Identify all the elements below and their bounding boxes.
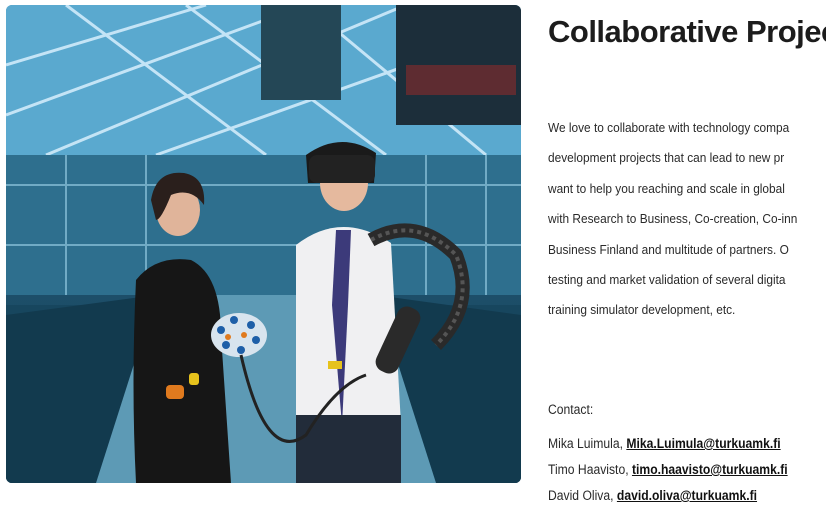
paragraph-line: with Research to Business, Co-creation, … bbox=[548, 211, 798, 227]
paragraph-line: testing and market validation of several… bbox=[548, 272, 786, 288]
content-panel: Collaborative Projects We love to collab… bbox=[548, 0, 826, 530]
paragraph-line: development projects that can lead to ne… bbox=[548, 150, 785, 166]
contact-list: Mika Luimula, Mika.Luimula@turkuamk.fi T… bbox=[548, 431, 814, 509]
contact-name: Mika Luimula, bbox=[548, 436, 623, 451]
paragraph-line: training simulator development, etc. bbox=[548, 302, 736, 318]
paragraph-line: want to help you reaching and scale in g… bbox=[548, 180, 785, 196]
hero-photo bbox=[6, 5, 521, 483]
paragraph-line: Business Finland and multitude of partne… bbox=[548, 241, 789, 257]
contact-row: David Oliva, david.oliva@turkuamk.fi bbox=[548, 483, 788, 509]
page-title: Collaborative Projects bbox=[548, 14, 826, 49]
contact-row: Timo Haavisto, timo.haavisto@turkuamk.fi bbox=[548, 457, 788, 483]
description-paragraph: We love to collaborate with technology c… bbox=[548, 113, 826, 326]
contact-label: Contact: bbox=[548, 402, 594, 417]
contact-row: Mika Luimula, Mika.Luimula@turkuamk.fi bbox=[548, 431, 788, 457]
contact-email-link[interactable]: timo.haavisto@turkuamk.fi bbox=[632, 462, 788, 477]
contact-email-link[interactable]: Mika.Luimula@turkuamk.fi bbox=[626, 436, 780, 451]
contact-email-link[interactable]: david.oliva@turkuamk.fi bbox=[617, 488, 757, 503]
contact-name: David Oliva, bbox=[548, 488, 614, 503]
paragraph-line: We love to collaborate with technology c… bbox=[548, 120, 790, 135]
contact-name: Timo Haavisto, bbox=[548, 462, 629, 477]
